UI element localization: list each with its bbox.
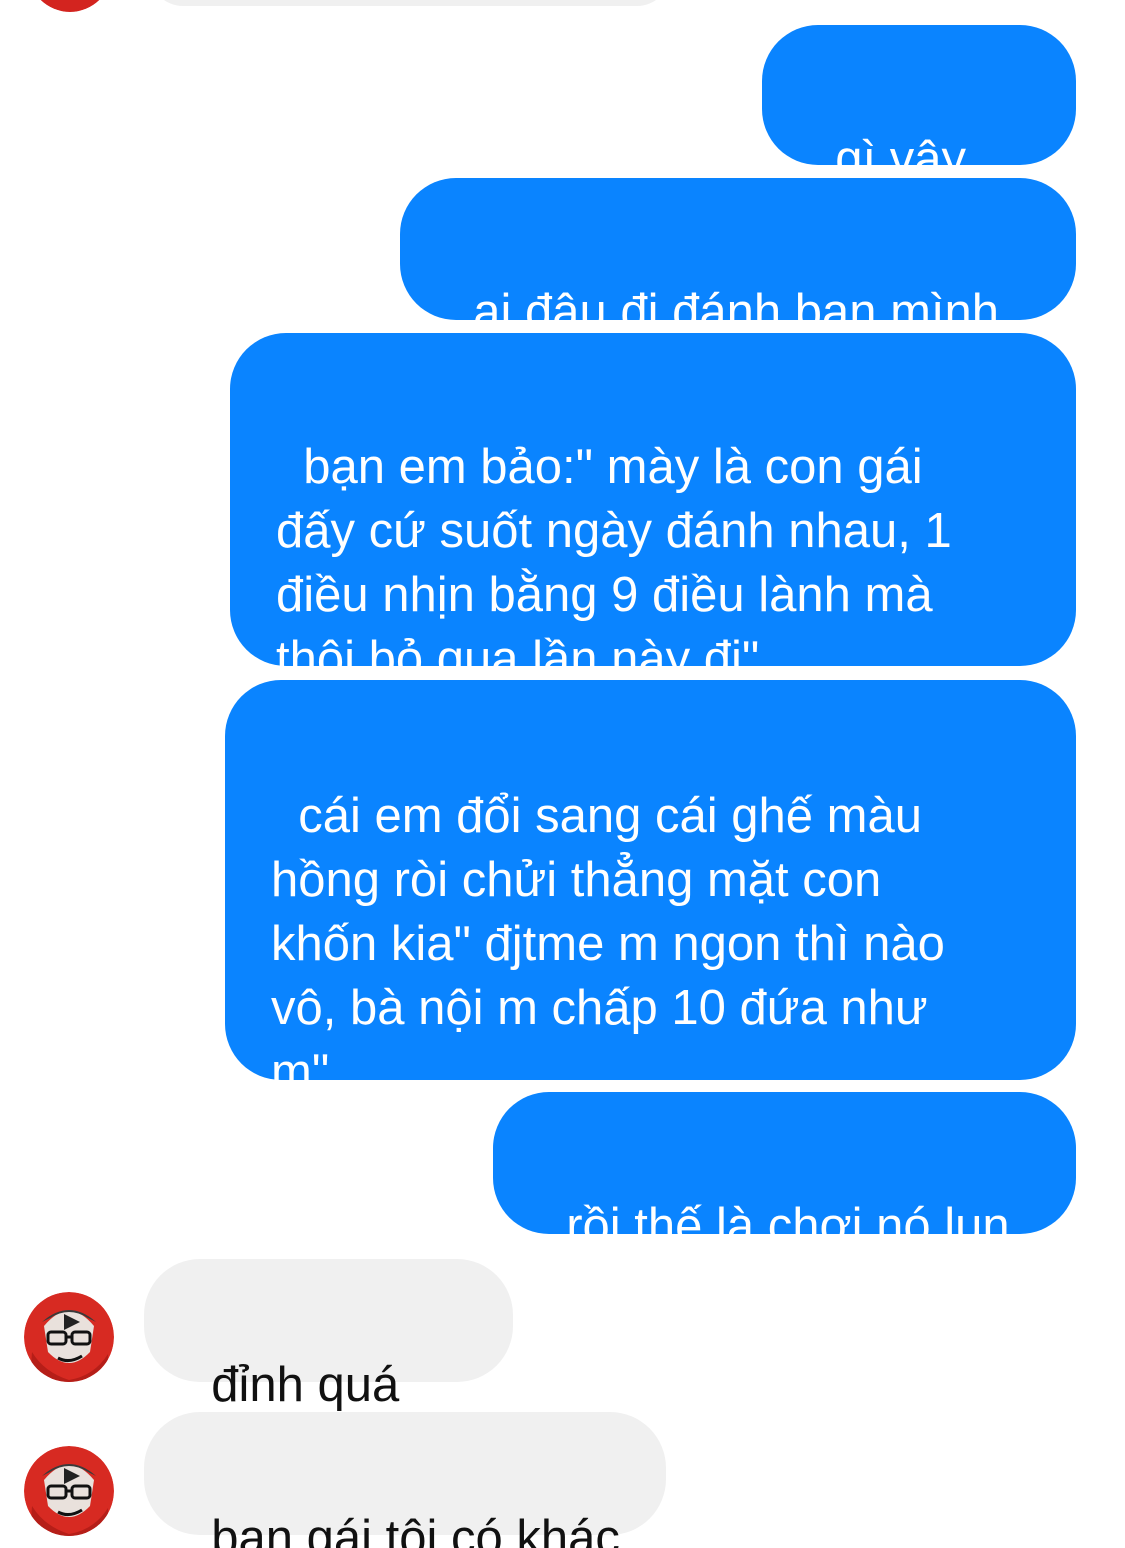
outgoing-message-2[interactable]: ai đâu đi đánh bạn mình — [400, 178, 1076, 339]
previous-incoming-bubble[interactable] — [150, 0, 670, 6]
incoming-message-2[interactable]: bạn gái tôi có khác — [144, 1412, 666, 1548]
message-text: cái em đổi sang cái ghế màu hồng ròi chử… — [271, 789, 945, 1099]
message-text: rồi thế là chơi nó lun — [566, 1199, 1010, 1253]
incoming-message-1[interactable]: đỉnh quá em — [144, 1259, 513, 1476]
outgoing-message-4[interactable]: cái em đổi sang cái ghế màu hồng ròi chử… — [225, 680, 1076, 1099]
outgoing-message-5[interactable]: rồi thế là chơi nó lun — [493, 1092, 1076, 1253]
outgoing-message-1[interactable]: gì vậy ba — [762, 25, 1076, 250]
sender-avatar-icon[interactable] — [24, 1292, 114, 1382]
message-text: bạn gái tôi có khác — [211, 1511, 620, 1548]
message-text: ai đâu đi đánh bạn mình — [473, 285, 1000, 339]
outgoing-message-3[interactable]: bạn em bảo:" mày là con gái đấy cứ suốt … — [230, 333, 1076, 686]
message-text: bạn em bảo:" mày là con gái đấy cứ suốt … — [276, 440, 952, 686]
previous-sender-avatar — [28, 0, 112, 12]
sender-avatar-icon[interactable] — [24, 1446, 114, 1536]
